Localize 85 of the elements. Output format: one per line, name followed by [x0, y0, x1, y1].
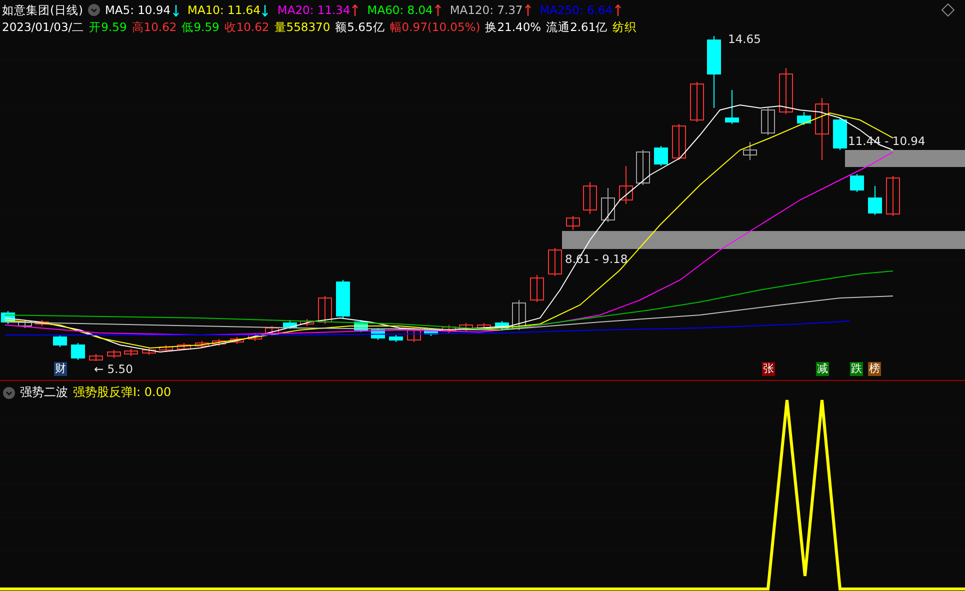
- candlestick: [230, 336, 244, 344]
- candlestick: [548, 248, 562, 276]
- quote-field: 高10.62: [132, 20, 177, 34]
- candlestick: [850, 174, 864, 192]
- candlestick: [815, 98, 829, 160]
- dropdown-icon[interactable]: [3, 386, 15, 398]
- price-label: ← 5.50: [94, 362, 133, 376]
- candlestick: [654, 146, 668, 166]
- diamond-icon[interactable]: [941, 3, 955, 17]
- moving-average-value: MA250: 6.64: [540, 3, 621, 17]
- candlestick: [195, 340, 209, 348]
- candlestick: [833, 118, 847, 150]
- arrow-down-icon: [262, 4, 268, 16]
- candlestick: [495, 320, 509, 330]
- candlestick: [566, 216, 580, 230]
- quote-field: 流通2.61亿: [546, 20, 608, 34]
- candlestick: [690, 82, 704, 122]
- candlestick: [53, 334, 67, 348]
- quote-field: 幅0.97(10.05%): [390, 20, 480, 34]
- quote-field: 开9.59: [89, 20, 127, 34]
- candlestick: [35, 320, 49, 326]
- event-marker[interactable]: 跌: [850, 362, 863, 376]
- candlestick: [619, 166, 633, 204]
- candlestick: [672, 124, 686, 160]
- candlestick: [318, 296, 332, 324]
- candlestick: [868, 186, 882, 216]
- candlestick: [248, 332, 262, 342]
- candlestick: [159, 344, 173, 352]
- candlestick: [424, 328, 438, 336]
- candlestick: [124, 348, 138, 356]
- stock-title: 如意集团(日线): [2, 2, 83, 18]
- quote-field: 额5.65亿: [335, 20, 385, 34]
- moving-average-value: MA60: 8.04: [367, 3, 441, 17]
- candlestick: [761, 108, 775, 136]
- candlestick: [177, 342, 191, 350]
- indicator-name: 强势二波: [20, 384, 68, 401]
- quote-field: 量558370: [274, 20, 330, 34]
- moving-average-value: MA10: 11.64: [188, 3, 268, 17]
- candlestick: [354, 320, 368, 332]
- candlestick: [283, 320, 297, 330]
- candlestick: [107, 350, 121, 358]
- event-marker[interactable]: 榜: [868, 362, 881, 376]
- candlestick: [18, 320, 32, 328]
- event-marker[interactable]: 财: [54, 362, 67, 376]
- arrow-up-icon: [524, 4, 531, 16]
- candlestick: [725, 90, 739, 124]
- arrow-up-icon: [352, 4, 358, 16]
- candlestick: [512, 300, 526, 330]
- candlestick: [779, 68, 793, 114]
- arrow-up-icon: [434, 4, 441, 16]
- dropdown-icon[interactable]: [88, 4, 100, 16]
- candlestick: [459, 322, 473, 332]
- candlestick: [530, 274, 544, 302]
- candlestick: [886, 176, 900, 216]
- quote-field: 2023/01/03/二: [2, 20, 84, 34]
- arrow-down-icon: [172, 4, 179, 16]
- candlestick: [442, 324, 456, 334]
- candlestick: [389, 334, 403, 342]
- candlestick: [743, 142, 757, 160]
- quote-field: 纺织: [612, 20, 637, 34]
- quote-field: 换21.40%: [485, 20, 542, 34]
- candlestick: [336, 280, 350, 318]
- candlestick: [601, 188, 615, 222]
- quote-field: 低9.59: [182, 20, 220, 34]
- price-label: 14.65: [728, 32, 761, 46]
- arrow-up-icon: [614, 4, 621, 16]
- candlestick: [89, 354, 103, 362]
- event-marker[interactable]: 减: [816, 362, 829, 376]
- candlestick: [142, 348, 156, 356]
- candlestick: [407, 328, 421, 342]
- candlestick: [371, 328, 385, 340]
- candlestick: [212, 338, 226, 346]
- quote-field: 收10.62: [224, 20, 270, 34]
- candlestick: [71, 342, 85, 360]
- candlestick: [583, 182, 597, 214]
- candlestick: [300, 318, 314, 326]
- moving-average-value: MA120: 7.37: [450, 3, 531, 17]
- candlestick: [477, 322, 491, 330]
- candlestick: [797, 112, 811, 126]
- moving-average-value: MA20: 11.34: [277, 3, 358, 17]
- moving-average-value: MA5: 10.94: [104, 3, 179, 17]
- indicator-value: 强势股反弹I: 0.00: [73, 384, 172, 401]
- event-marker[interactable]: 张: [762, 362, 775, 376]
- candlestick: [265, 326, 279, 336]
- candlestick: [636, 150, 650, 186]
